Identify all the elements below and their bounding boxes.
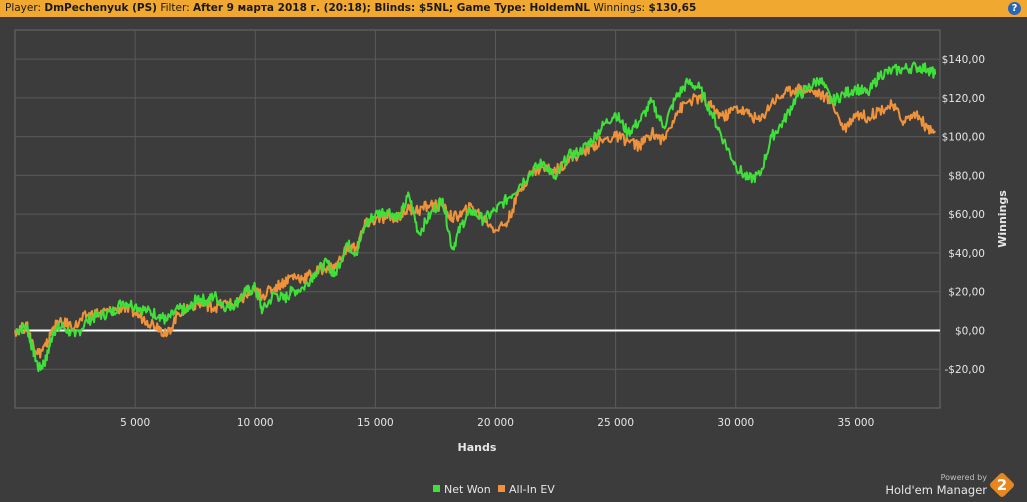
powered-by-text: Powered by <box>940 473 987 482</box>
chart-header: Player: DmPechenyuk (PS) Filter: After 9… <box>0 0 1027 17</box>
winnings-label: Winnings: <box>593 2 646 14</box>
y-tick-label: $140,00 <box>942 54 985 66</box>
y-tick-labels: -$20,00 $0,00 $20,00 $40,00 $60,00 $80,00 $100… <box>942 54 985 376</box>
y-tick-label: $80,00 <box>948 170 985 182</box>
x-tick-label: 5 000 <box>120 417 150 429</box>
y-tick-label: -$20,00 <box>944 364 985 376</box>
x-tick-label: 20 000 <box>477 417 514 429</box>
header-text: Player: DmPechenyuk (PS) Filter: After 9… <box>5 0 696 17</box>
legend-swatch-net-won <box>433 485 440 492</box>
y-tick-label: $60,00 <box>948 209 985 221</box>
branding: Powered by Hold'em Manager <box>885 473 987 497</box>
product-name: Hold'em Manager <box>885 483 987 497</box>
x-tick-label: 35 000 <box>838 417 875 429</box>
x-tick-label: 30 000 <box>717 417 754 429</box>
y-tick-label: $100,00 <box>942 132 985 144</box>
filter-label: Filter: <box>160 2 190 14</box>
y-tick-label: $40,00 <box>948 248 985 260</box>
x-tick-label: 25 000 <box>597 417 634 429</box>
legend-label-all-in-ev: All-In EV <box>509 483 555 496</box>
help-icon[interactable]: ? <box>1008 2 1021 15</box>
x-tick-labels: 5 000 10 000 15 000 20 000 25 000 30 000 35 00… <box>120 417 874 429</box>
hm2-logo-number: 2 <box>996 476 1008 494</box>
filter-value: After 9 марта 2018 г. (20:18); Blinds: $… <box>193 2 591 14</box>
player-label: Player: <box>5 2 42 14</box>
y-tick-label: $20,00 <box>948 287 985 299</box>
legend-swatch-all-in-ev <box>498 485 505 492</box>
x-axis-label: Hands <box>458 441 497 454</box>
x-tick-label: 10 000 <box>237 417 274 429</box>
legend-label-net-won: Net Won <box>444 483 491 496</box>
winnings-chart: -$20,00 $0,00 $20,00 $40,00 $60,00 $80,00 $100… <box>14 29 1009 496</box>
y-tick-label: $0,00 <box>955 325 985 337</box>
y-axis-label: Winnings <box>996 190 1009 248</box>
y-tick-label: $120,00 <box>942 93 985 105</box>
x-tick-label: 15 000 <box>357 417 394 429</box>
winnings-value: $130,65 <box>648 2 697 14</box>
player-value: DmPechenyuk (PS) <box>44 2 157 14</box>
legend: Net Won All-In EV <box>433 483 555 496</box>
